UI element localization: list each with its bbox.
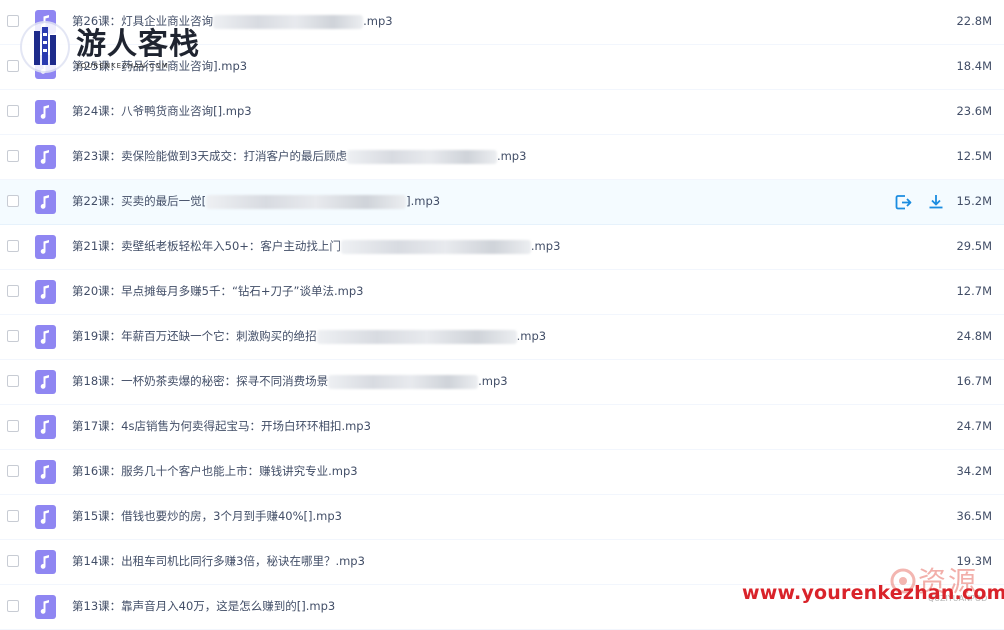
file-name[interactable]: 第24课：八爷鸭货商业咨询[].mp3 xyxy=(72,103,252,120)
watermark-url: www.yourenkezhan.com xyxy=(742,582,1004,604)
row-checkbox[interactable] xyxy=(7,60,19,72)
row-checkbox[interactable] xyxy=(7,375,19,387)
file-row[interactable]: 第17课：4s店销售为何卖得起宝马：开场白环环相扣.mp3 24.7M xyxy=(0,405,1004,450)
music-note-icon xyxy=(35,145,56,169)
music-note-icon xyxy=(35,100,56,124)
file-name-text: 第19课：年薪百万还缺一个它：刺激购买的绝招 xyxy=(72,329,317,343)
file-name-text: 第16课：服务几十个客户也能上市：赚钱讲究专业.mp3 xyxy=(72,464,358,478)
redacted-text xyxy=(206,194,407,209)
redacted-text xyxy=(328,374,479,389)
row-checkbox[interactable] xyxy=(7,465,19,477)
file-row[interactable]: 第16课：服务几十个客户也能上市：赚钱讲究专业.mp3 34.2M xyxy=(0,450,1004,495)
file-name[interactable]: 第20课：早点摊每月多赚5千：“钻石+刀子”谈单法.mp3 xyxy=(72,283,363,300)
file-name-text: 第18课：一杯奶茶卖爆的秘密：探寻不同消费场景 xyxy=(72,374,329,388)
file-size: 12.5M xyxy=(956,149,992,163)
file-name-suffix: .mp3 xyxy=(496,149,527,163)
redacted-text xyxy=(346,149,497,164)
file-size: 36.5M xyxy=(956,509,992,523)
file-name[interactable]: 第16课：服务几十个客户也能上市：赚钱讲究专业.mp3 xyxy=(72,463,358,480)
file-row[interactable]: 第18课：一杯奶茶卖爆的秘密：探寻不同消费场景 .mp3 16.7M xyxy=(0,360,1004,405)
file-name[interactable]: 第14课：出租车司机比同行多赚3倍，秘诀在哪里？.mp3 xyxy=(72,553,365,570)
file-row[interactable]: 第21课：卖壁纸老板轻松年入50+：客户主动找上门 .mp3 29.5M xyxy=(0,225,1004,270)
file-name[interactable]: 第21课：卖壁纸老板轻松年入50+：客户主动找上门 .mp3 xyxy=(72,238,560,255)
file-size: 22.8M xyxy=(956,14,992,28)
row-checkbox[interactable] xyxy=(7,15,19,27)
file-name-text: 第23课：卖保险能做到3天成交：打消客户的最后顾虑 xyxy=(72,149,347,163)
row-checkbox[interactable] xyxy=(7,510,19,522)
file-row[interactable]: 第15课：借钱也要炒的房，3个月到手赚40%[].mp3 36.5M xyxy=(0,495,1004,540)
music-note-icon xyxy=(35,415,56,439)
share-icon[interactable] xyxy=(893,192,913,212)
redacted-text xyxy=(340,239,531,254)
file-name-text: 第20课：早点摊每月多赚5千：“钻石+刀子”谈单法.mp3 xyxy=(72,284,364,298)
file-row[interactable]: 第24课：八爷鸭货商业咨询[].mp3 23.6M xyxy=(0,90,1004,135)
file-name[interactable]: 第13课：靠声音月入40万，这是怎么赚到的[].mp3 xyxy=(72,598,335,615)
redacted-text xyxy=(213,14,364,29)
file-name-text: 第17课：4s店销售为何卖得起宝马：开场白环环相扣.mp3 xyxy=(72,419,371,433)
music-note-icon xyxy=(35,235,56,259)
music-note-icon xyxy=(35,325,56,349)
file-row[interactable]: 第22课：买卖的最后一觉[ ].mp3 15.2M xyxy=(0,180,1004,225)
file-size: 16.7M xyxy=(956,374,992,388)
file-name-suffix: ].mp3 xyxy=(406,194,441,208)
file-name-text: 第15课：借钱也要炒的房，3个月到手赚40%[].mp3 xyxy=(72,509,342,523)
row-checkbox[interactable] xyxy=(7,150,19,162)
music-note-icon xyxy=(35,505,56,529)
file-size: 15.2M xyxy=(956,194,992,208)
file-name[interactable]: 第26课：灯具企业商业咨询 .mp3 xyxy=(72,13,393,30)
file-name-suffix: .mp3 xyxy=(516,329,547,343)
redacted-text xyxy=(316,329,517,344)
file-name-suffix: .mp3 xyxy=(530,239,561,253)
file-row[interactable]: 第20课：早点摊每月多赚5千：“钻石+刀子”谈单法.mp3 12.7M xyxy=(0,270,1004,315)
music-note-icon xyxy=(35,595,56,619)
row-checkbox[interactable] xyxy=(7,285,19,297)
row-checkbox[interactable] xyxy=(7,330,19,342)
row-checkbox[interactable] xyxy=(7,600,19,612)
file-name[interactable]: 第18课：一杯奶茶卖爆的秘密：探寻不同消费场景 .mp3 xyxy=(72,373,508,390)
music-note-icon xyxy=(35,280,56,304)
music-note-icon xyxy=(35,55,56,79)
file-name[interactable]: 第19课：年薪百万还缺一个它：刺激购买的绝招 .mp3 xyxy=(72,328,546,345)
file-name[interactable]: 第25课：药品行业商业咨询].mp3 xyxy=(72,58,247,75)
file-name-text: 第24课：八爷鸭货商业咨询[].mp3 xyxy=(72,104,252,118)
file-name[interactable]: 第23课：卖保险能做到3天成交：打消客户的最后顾虑 .mp3 xyxy=(72,148,526,165)
row-checkbox[interactable] xyxy=(7,195,19,207)
file-size: 24.8M xyxy=(956,329,992,343)
file-size: 23.6M xyxy=(956,104,992,118)
file-size: 18.4M xyxy=(956,59,992,73)
file-row[interactable]: 第25课：药品行业商业咨询].mp3 18.4M xyxy=(0,45,1004,90)
row-checkbox[interactable] xyxy=(7,240,19,252)
file-name-text: 第22课：买卖的最后一觉[ xyxy=(72,194,207,208)
file-name-text: 第26课：灯具企业商业咨询 xyxy=(72,14,214,28)
music-note-icon xyxy=(35,460,56,484)
file-name-text: 第25课：药品行业商业咨询].mp3 xyxy=(72,59,248,73)
music-note-icon xyxy=(35,190,56,214)
file-list: 第26课：灯具企业商业咨询 .mp3 22.8M 第25课：药品行业商业咨询].mp3… xyxy=(0,0,1004,630)
file-size: 34.2M xyxy=(956,464,992,478)
music-note-icon xyxy=(35,10,56,34)
file-name-text: 第21课：卖壁纸老板轻松年入50+：客户主动找上门 xyxy=(72,239,341,253)
row-checkbox[interactable] xyxy=(7,105,19,117)
file-name[interactable]: 第15课：借钱也要炒的房，3个月到手赚40%[].mp3 xyxy=(72,508,342,525)
download-icon[interactable] xyxy=(926,192,946,212)
music-note-icon xyxy=(35,370,56,394)
file-row[interactable]: 第26课：灯具企业商业咨询 .mp3 22.8M xyxy=(0,0,1004,45)
file-name-suffix: .mp3 xyxy=(478,374,508,388)
file-row[interactable]: 第19课：年薪百万还缺一个它：刺激购买的绝招 .mp3 24.8M xyxy=(0,315,1004,360)
file-row[interactable]: 第14课：出租车司机比同行多赚3倍，秘诀在哪里？.mp3 19.3M xyxy=(0,540,1004,585)
file-size: 24.7M xyxy=(956,419,992,433)
file-name-text: 第14课：出租车司机比同行多赚3倍，秘诀在哪里？.mp3 xyxy=(72,554,365,568)
row-checkbox[interactable] xyxy=(7,420,19,432)
file-name[interactable]: 第22课：买卖的最后一觉[ ].mp3 xyxy=(72,193,440,210)
file-size: 12.7M xyxy=(956,284,992,298)
file-name-suffix: .mp3 xyxy=(363,14,393,28)
file-size: 29.5M xyxy=(956,239,992,253)
file-row[interactable]: 第23课：卖保险能做到3天成交：打消客户的最后顾虑 .mp3 12.5M xyxy=(0,135,1004,180)
row-checkbox[interactable] xyxy=(7,555,19,567)
music-note-icon xyxy=(35,550,56,574)
file-name[interactable]: 第17课：4s店销售为何卖得起宝马：开场白环环相扣.mp3 xyxy=(72,418,371,435)
